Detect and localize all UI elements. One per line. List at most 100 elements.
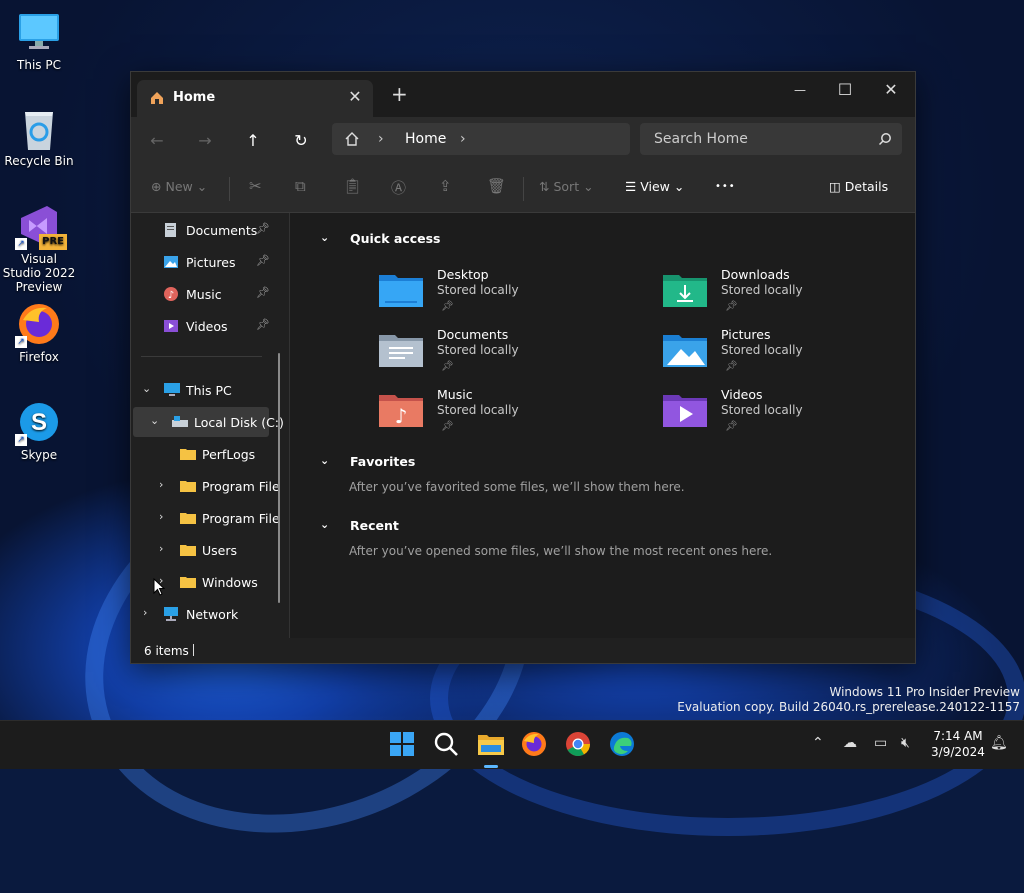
copy-icon[interactable]: ⧉ <box>295 177 306 195</box>
drive-icon <box>172 416 188 431</box>
taskbar-firefox[interactable] <box>521 731 549 759</box>
chevron-right-icon[interactable]: › <box>143 606 147 619</box>
sidebar-item-pictures[interactable]: Pictures 📌︎ <box>131 247 281 277</box>
sidebar-item-label: PerfLogs <box>202 447 256 462</box>
svg-text:S: S <box>31 409 47 436</box>
taskbar-chrome[interactable] <box>565 731 593 759</box>
chevron-down-icon[interactable]: ⌄ <box>142 382 151 395</box>
watermark-line: Windows 11 Pro Insider Preview <box>829 685 1020 699</box>
search-input[interactable]: Search Home <box>654 131 748 147</box>
network-status-icon[interactable]: ▭ <box>874 735 887 751</box>
start-button[interactable] <box>389 731 417 759</box>
quick-access-downloads[interactable]: Downloads Stored locally 📌︎ <box>663 267 923 323</box>
chevron-down-icon[interactable]: ⌄ <box>320 518 329 531</box>
breadcrumb-separator[interactable]: › <box>378 131 384 147</box>
new-tab-button[interactable]: + <box>391 82 408 106</box>
desktop-icon-visual-studio[interactable]: PRE ↗ Visual Studio 2022 Preview <box>2 204 76 294</box>
close-button[interactable]: ✕ <box>868 76 914 104</box>
sidebar-item-documents[interactable]: Documents 📌︎ <box>131 215 281 245</box>
clock-time: 7:14 AM <box>933 729 983 743</box>
quick-access-videos[interactable]: Videos Stored locally 📌︎ <box>663 387 923 443</box>
view-button[interactable]: ☰ View ⌄ <box>625 179 684 194</box>
breadcrumb-home[interactable]: Home <box>405 131 446 147</box>
section-title: Quick access <box>350 231 441 246</box>
pin-icon: 📌︎ <box>725 301 738 312</box>
visual-studio-icon: PRE ↗ <box>15 204 67 250</box>
search-button[interactable] <box>433 731 461 759</box>
search-box[interactable]: Search Home <box>640 123 902 155</box>
system-clock[interactable]: 7:14 AM 3/9/2024 <box>928 728 988 760</box>
sidebar-item-program-files-x86[interactable]: › Program File <box>131 503 281 533</box>
desktop-icon-this-pc[interactable]: This PC <box>2 10 76 72</box>
chevron-right-icon[interactable]: › <box>159 542 163 555</box>
cut-icon[interactable]: ✂ <box>249 177 262 195</box>
sidebar-item-music[interactable]: ♪ Music 📌︎ <box>131 279 281 309</box>
videos-folder-icon <box>663 395 707 427</box>
chevron-right-icon[interactable]: › <box>159 478 163 491</box>
folder-icon <box>180 511 196 527</box>
back-button[interactable]: ← <box>143 127 171 155</box>
sidebar-item-label: This PC <box>186 383 232 398</box>
chevron-down-icon[interactable]: ⌄ <box>320 231 329 244</box>
more-options-button[interactable]: ••• <box>715 181 736 192</box>
sidebar-item-label: Program File <box>202 511 280 526</box>
sidebar-item-program-files[interactable]: › Program File <box>131 471 281 501</box>
section-title: Recent <box>350 518 399 533</box>
desktop-icon-firefox[interactable]: ↗ Firefox <box>2 302 76 364</box>
up-button[interactable]: ↑ <box>239 127 267 155</box>
sidebar-item-this-pc[interactable]: ⌄ This PC <box>131 375 281 405</box>
share-icon[interactable]: ⇪ <box>439 177 452 195</box>
notifications-bell-icon[interactable]: 🔔︎ <box>990 735 1008 751</box>
taskbar-edge[interactable] <box>609 731 637 759</box>
quick-access-documents[interactable]: Documents Stored locally 📌︎ <box>379 327 639 383</box>
refresh-button[interactable]: ↻ <box>287 127 315 155</box>
paste-icon[interactable]: 📋︎ <box>343 177 362 195</box>
folder-icon <box>180 543 196 559</box>
view-list-icon: ☰ <box>625 179 637 194</box>
desktop-icon-recycle-bin[interactable]: Recycle Bin <box>2 106 76 168</box>
view-label: View <box>640 179 670 194</box>
onedrive-icon[interactable]: ☁ <box>843 735 857 751</box>
sidebar-item-label: Users <box>202 543 238 558</box>
svg-text:♪: ♪ <box>395 404 408 427</box>
home-icon[interactable] <box>344 131 360 151</box>
sidebar-item-network[interactable]: › Network <box>131 599 281 629</box>
chevron-right-icon[interactable]: › <box>159 510 163 523</box>
quick-access-music[interactable]: ♪ Music Stored locally 📌︎ <box>379 387 639 443</box>
maximize-button[interactable]: ☐ <box>822 76 868 104</box>
address-bar[interactable]: › Home › <box>332 123 630 155</box>
details-button[interactable]: ◫ Details <box>829 179 888 194</box>
item-name: Downloads <box>721 267 790 282</box>
delete-icon[interactable]: 🗑︎ <box>487 177 506 195</box>
sidebar-item-local-disk[interactable]: ⌄ Local Disk (C:) <box>133 407 284 437</box>
sidebar-item-videos[interactable]: Videos 📌︎ <box>131 311 281 341</box>
desktop-icon-skype[interactable]: S ↗ Skype <box>2 400 76 462</box>
sidebar-scrollbar[interactable] <box>278 353 280 603</box>
section-title: Favorites <box>350 454 416 469</box>
chevron-down-icon[interactable]: ⌄ <box>150 414 159 427</box>
music-icon: ♪ <box>164 287 178 304</box>
taskbar-file-explorer[interactable] <box>477 731 505 759</box>
sort-button[interactable]: ⇅ Sort ⌄ <box>539 179 594 194</box>
sidebar-divider <box>141 356 262 357</box>
title-bar: Home ✕ + — ☐ ✕ <box>131 72 915 117</box>
tab-home[interactable]: Home ✕ <box>137 80 373 117</box>
sort-label: Sort <box>553 179 580 194</box>
forward-button[interactable]: → <box>191 127 219 155</box>
chevron-down-icon[interactable]: ⌄ <box>320 454 329 467</box>
new-button[interactable]: ⊕ New ⌄ <box>151 179 207 194</box>
tab-close-button[interactable]: ✕ <box>345 87 365 106</box>
minimize-button[interactable]: — <box>777 76 823 104</box>
quick-access-pictures[interactable]: Pictures Stored locally 📌︎ <box>663 327 923 383</box>
rename-icon[interactable]: Ⓐ <box>391 177 406 198</box>
details-label: Details <box>844 179 889 194</box>
show-hidden-icons-button[interactable]: ⌃ <box>812 735 824 751</box>
quick-access-desktop[interactable]: Desktop Stored locally 📌︎ <box>379 267 639 323</box>
sidebar-item-perflogs[interactable]: PerfLogs <box>131 439 281 469</box>
volume-muted-icon[interactable]: 🔇︎ <box>901 735 910 751</box>
sidebar-item-users[interactable]: › Users <box>131 535 281 565</box>
desktop-icon-label: Skype <box>20 448 58 462</box>
item-name: Desktop <box>437 267 489 282</box>
breadcrumb-separator[interactable]: › <box>460 131 466 147</box>
sidebar-item-label: Videos <box>186 319 228 334</box>
